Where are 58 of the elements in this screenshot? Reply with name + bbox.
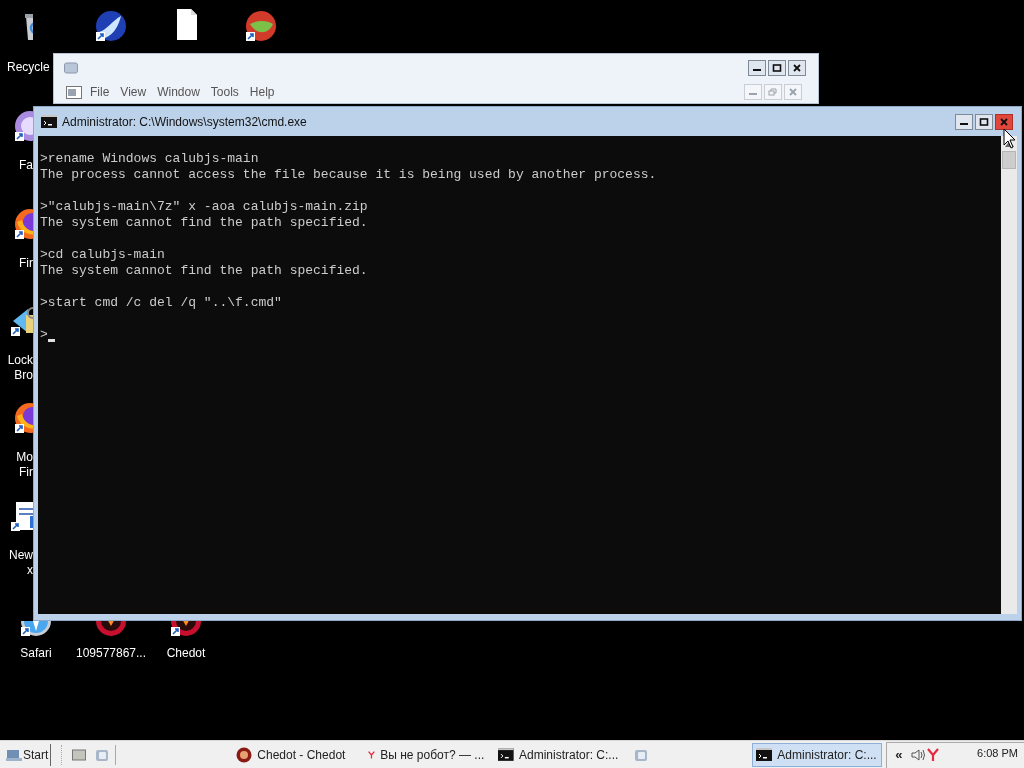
- start-button[interactable]: Start: [6, 743, 52, 766]
- window-title: Administrator: C:\Windows\system32\cmd.exe: [62, 113, 307, 131]
- icon-label: Lock Bro: [6, 353, 33, 383]
- speaker-icon[interactable]: [910, 748, 927, 762]
- command-line: >rename Windows calubjs-main: [40, 151, 259, 167]
- mouse-pointer-icon: [1003, 128, 1016, 150]
- window-icon[interactable]: [72, 748, 87, 761]
- clock[interactable]: 6:08 PM: [977, 744, 1018, 761]
- scrollbar-thumb[interactable]: [1002, 151, 1016, 169]
- taskbar-button[interactable]: Administrator: C:...: [752, 742, 883, 767]
- console-icon: [756, 748, 773, 761]
- app-icon: [634, 747, 649, 762]
- document-icon: [66, 85, 82, 99]
- minimize-button[interactable]: [955, 113, 973, 130]
- taskbar-button[interactable]: Administrator: C:...: [494, 742, 623, 767]
- app-icon[interactable]: [245, 10, 277, 42]
- maximize-button[interactable]: [768, 60, 786, 76]
- menu-item[interactable]: View: [120, 83, 147, 101]
- command-line: >cd calubjs-main: [40, 247, 165, 263]
- maximize-button[interactable]: [975, 113, 993, 130]
- minimize-button[interactable]: [748, 60, 766, 76]
- menu-item[interactable]: Help: [249, 83, 275, 101]
- output-line: The system cannot find the path specified.: [40, 263, 368, 279]
- computer-icon: [6, 748, 22, 761]
- icon-label: Safari: [19, 646, 53, 661]
- taskbar-button[interactable]: Вы не робот? — ...: [364, 742, 489, 767]
- close-icon: [788, 88, 798, 96]
- output-line: The system cannot find the path specified.: [40, 215, 368, 231]
- taskbar-button[interactable]: Chedot - Chedot: [232, 742, 353, 767]
- close-button[interactable]: [995, 113, 1013, 130]
- window-icon: [64, 62, 78, 74]
- maximize-icon: [979, 117, 989, 126]
- close-icon: [792, 64, 802, 72]
- icon-label: Fa: [18, 158, 33, 173]
- app-icon[interactable]: [95, 10, 127, 42]
- icon-label: Recycle: [7, 60, 50, 75]
- console-icon: [498, 748, 514, 761]
- command-prompt: >: [40, 327, 48, 343]
- close-button[interactable]: [788, 60, 806, 76]
- close-icon: [999, 117, 1009, 126]
- scrollbar[interactable]: [1001, 136, 1017, 614]
- console-icon: [41, 115, 57, 128]
- maximize-icon: [772, 64, 782, 72]
- command-line: >"calubjs-main\7z" x -aoa calubjs-main.zip: [40, 199, 368, 215]
- menu-item[interactable]: Tools: [210, 83, 239, 101]
- output-line: The process cannot access the file because it is being used by another process.: [40, 167, 657, 183]
- command-line: >start cmd /c del /q "..\f.cmd": [40, 295, 282, 311]
- icon-label: New x: [8, 548, 33, 578]
- menu-item[interactable]: Window: [157, 83, 200, 101]
- restore-icon: [768, 88, 778, 96]
- icon-label: 109577867...: [74, 646, 148, 661]
- menu-item[interactable]: File: [90, 83, 110, 101]
- y-letter-icon: [926, 748, 939, 762]
- icon-label: Mo Fir: [15, 450, 33, 480]
- show-hidden-icons-button[interactable]: «: [895, 745, 903, 765]
- app-icon: [236, 746, 253, 763]
- icon-label: Chedot: [165, 646, 207, 661]
- icon-label: Fir: [18, 256, 33, 271]
